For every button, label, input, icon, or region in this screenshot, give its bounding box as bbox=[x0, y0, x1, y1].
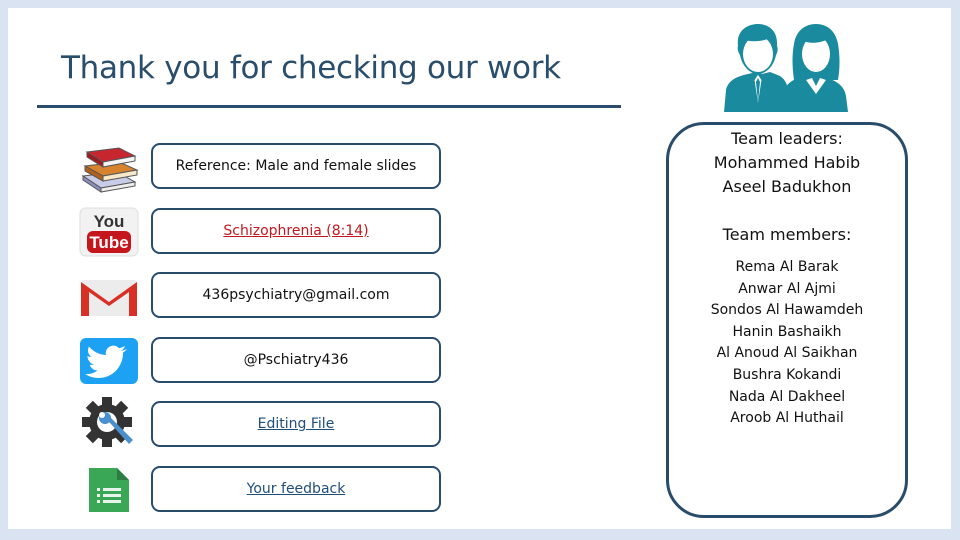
reference-label: Reference: Male and female slides bbox=[175, 158, 417, 174]
youtube-video-link[interactable]: Schizophrenia (8:14) bbox=[223, 223, 368, 239]
team-member: Al Anoud Al Saikhan bbox=[716, 345, 858, 362]
title-underline bbox=[37, 105, 621, 108]
reference-box: Reference: Male and female slides bbox=[151, 143, 441, 189]
team-member: Rema Al Barak bbox=[735, 259, 839, 275]
svg-text:Tube: Tube bbox=[89, 233, 128, 252]
team-members-list: Rema Al Barak Anwar Al Ajmi Sondos Al Ha… bbox=[669, 257, 905, 430]
team-people-icon bbox=[722, 22, 852, 112]
team-leader: Aseel Badukhon bbox=[722, 177, 852, 196]
page-title: Thank you for checking our work bbox=[61, 50, 561, 86]
settings-wrench-icon[interactable] bbox=[76, 396, 142, 452]
team-leaders-label: Team leaders: bbox=[731, 129, 843, 148]
twitter-box[interactable]: @Pschiatry436 bbox=[151, 337, 441, 383]
gmail-icon[interactable] bbox=[76, 270, 142, 326]
team-credits-box: Team leaders: Mohammed Habib Aseel Baduk… bbox=[666, 122, 908, 518]
youtube-icon[interactable]: You Tube bbox=[76, 204, 142, 260]
team-leader: Mohammed Habib bbox=[713, 153, 861, 172]
team-members-label: Team members: bbox=[722, 225, 852, 244]
feedback-link[interactable]: Your feedback bbox=[247, 481, 346, 497]
twitter-icon[interactable] bbox=[76, 333, 142, 389]
svg-text:You: You bbox=[94, 212, 125, 231]
feedback-box[interactable]: Your feedback bbox=[151, 466, 441, 512]
team-member: Bushra Kokandi bbox=[732, 366, 842, 383]
editing-file-box[interactable]: Editing File bbox=[151, 401, 441, 447]
email-address[interactable]: 436psychiatry@gmail.com bbox=[203, 287, 390, 303]
twitter-handle[interactable]: @Pschiatry436 bbox=[244, 352, 349, 368]
team-member: Sondos Al Hawamdeh bbox=[710, 302, 864, 319]
team-member: Nada Al Dakheel bbox=[728, 388, 846, 405]
team-member: Aroob Al Huthail bbox=[730, 410, 844, 427]
editing-file-link[interactable]: Editing File bbox=[258, 416, 335, 432]
team-member: Anwar Al Ajmi bbox=[738, 280, 836, 297]
youtube-link-box[interactable]: Schizophrenia (8:14) bbox=[151, 208, 441, 254]
google-forms-icon[interactable] bbox=[76, 462, 142, 518]
books-icon bbox=[76, 140, 142, 196]
email-box[interactable]: 436psychiatry@gmail.com bbox=[151, 272, 441, 318]
team-member: Hanin Bashaikh bbox=[732, 323, 842, 340]
